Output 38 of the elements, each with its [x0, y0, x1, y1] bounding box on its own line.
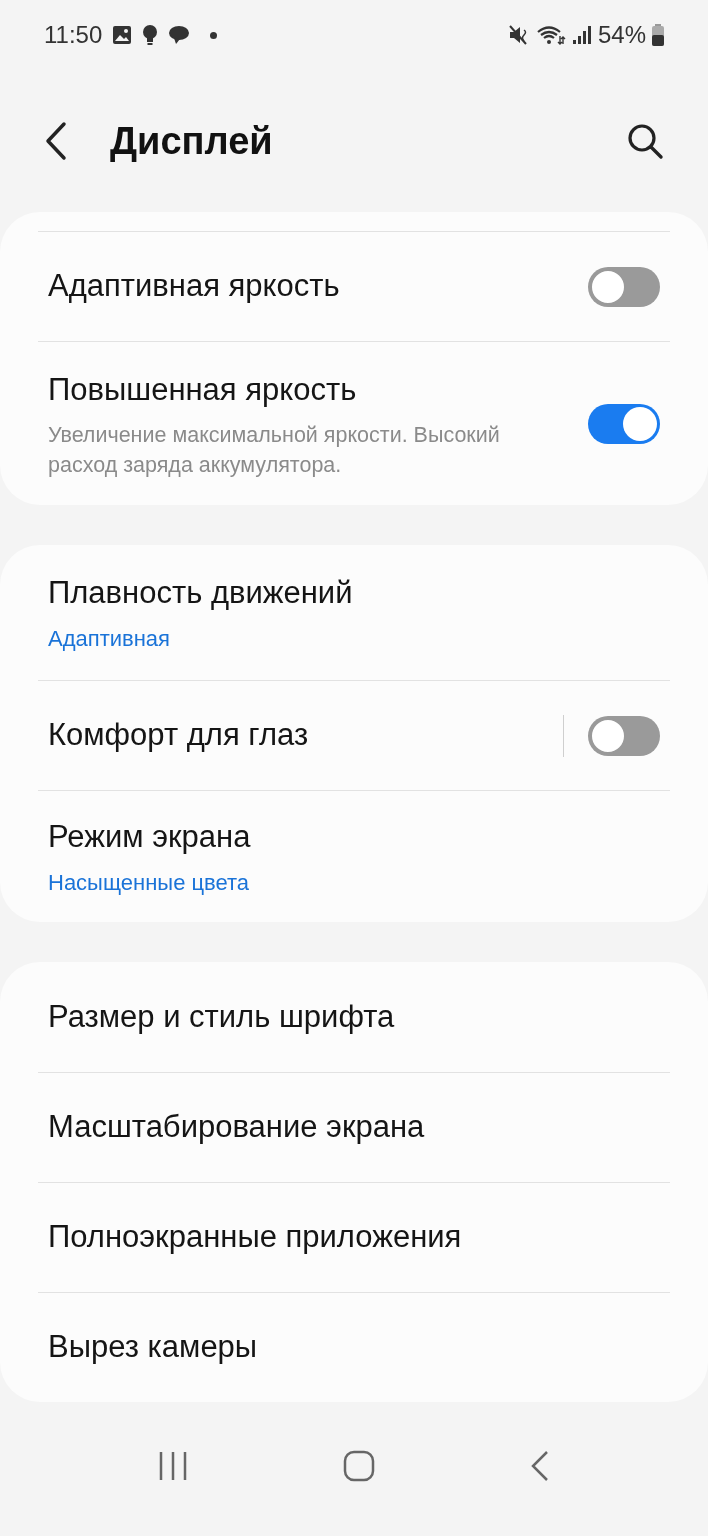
item-title: Размер и стиль шрифта — [48, 997, 396, 1036]
item-title: Повышенная яркость — [48, 371, 358, 410]
toggle-switch[interactable] — [588, 266, 660, 307]
item-title: Режим экрана — [48, 817, 252, 856]
status-time: 11:50 — [44, 20, 103, 50]
chat-icon — [168, 25, 191, 45]
settings-item[interactable]: Размер и стиль шрифта — [38, 962, 670, 1072]
lightbulb-icon — [142, 24, 159, 46]
toggle-switch[interactable] — [588, 715, 660, 756]
item-value: Адаптивная — [48, 625, 171, 654]
settings-item[interactable]: Полноэкранные приложения — [38, 1182, 670, 1292]
battery-icon — [652, 24, 664, 46]
item-title: Комфорт для глаз — [48, 716, 310, 755]
item-value: Насыщенные цвета — [48, 869, 251, 898]
recent-apps-icon[interactable] — [157, 1450, 188, 1482]
item-description: Увеличение максимальной яркости. Высокий расход заряда аккумулятора. — [48, 421, 501, 479]
settings-item[interactable]: Плавность движений Адаптивная — [38, 545, 670, 680]
item-title: Адаптивная яркость — [48, 267, 341, 306]
back-icon[interactable] — [530, 1450, 551, 1482]
settings-item[interactable]: Вырез камеры — [38, 1292, 670, 1402]
settings-item[interactable]: Адаптивная яркость — [38, 231, 670, 341]
toggle-switch[interactable] — [588, 403, 660, 444]
mute-icon — [507, 24, 530, 46]
page-title: Дисплей — [110, 118, 274, 164]
item-title: Вырез камеры — [48, 1328, 259, 1367]
signal-icon — [571, 25, 592, 45]
image-icon — [112, 25, 133, 45]
settings-item[interactable]: Масштабирование экрана — [38, 1072, 670, 1182]
item-title: Плавность движений — [48, 573, 354, 612]
settings-item[interactable]: Комфорт для глаз — [38, 680, 670, 790]
item-title: Масштабирование экрана — [48, 1108, 426, 1147]
item-title: Полноэкранные приложения — [48, 1218, 463, 1257]
settings-item[interactable]: Режим экрана Насыщенные цвета — [38, 790, 670, 922]
battery-percent: 54% — [597, 20, 646, 50]
search-button[interactable] — [626, 121, 666, 161]
settings-item[interactable]: Повышенная яркость Увеличение максимальной яркости. Высокий расход заряда аккумулятора. — [38, 341, 670, 505]
home-icon[interactable] — [343, 1450, 375, 1482]
wifi-icon — [535, 24, 566, 46]
